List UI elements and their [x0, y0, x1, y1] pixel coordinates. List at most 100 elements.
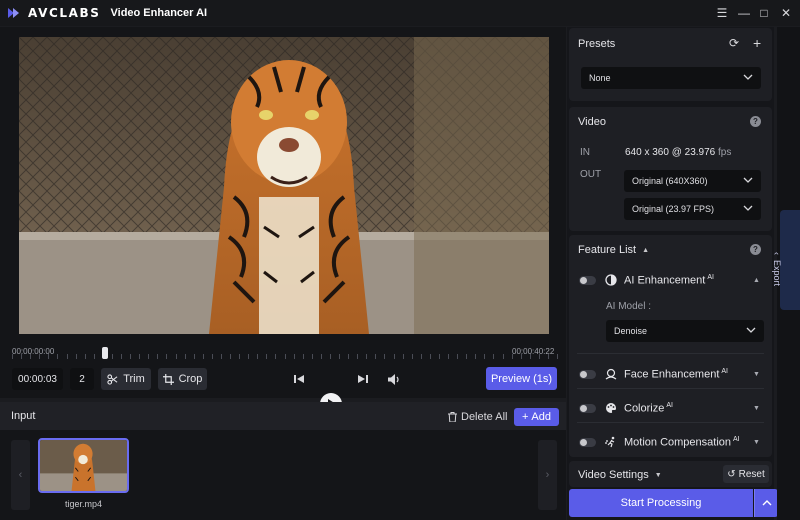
ai-model-select[interactable]: Denoise — [606, 320, 764, 342]
chevron-right-icon: › — [545, 469, 550, 481]
chevron-down-icon — [743, 74, 753, 80]
timeline-tick — [39, 354, 40, 359]
timeline-tick — [303, 354, 304, 359]
volume-icon[interactable] — [387, 372, 401, 386]
feature-face-enhancement[interactable]: Face Enhancement AI ▼ — [569, 359, 772, 389]
start-processing-button[interactable]: Start Processing — [569, 489, 753, 517]
crop-button[interactable]: Crop — [158, 368, 207, 390]
timeline-tick — [339, 354, 340, 359]
minimize-icon[interactable]: — — [733, 0, 755, 26]
add-button[interactable]: + Add — [514, 408, 559, 426]
timeline-tick — [312, 354, 313, 359]
timeline-tick — [176, 354, 177, 359]
timeline-tick — [375, 354, 376, 359]
input-resolution-value: 640 x 360 @ 23.976 — [625, 147, 716, 158]
timeline-tick — [512, 354, 513, 359]
timeline-tick — [394, 354, 395, 359]
trim-button[interactable]: Trim — [101, 368, 151, 390]
presets-select[interactable]: None — [581, 67, 761, 89]
maximize-icon[interactable]: □ — [753, 0, 775, 26]
delete-all-button[interactable]: Delete All — [448, 408, 507, 425]
timeline-tick — [503, 354, 504, 359]
help-icon[interactable]: ? — [750, 116, 761, 127]
input-header: Input Delete All + Add — [0, 402, 566, 430]
app-title: Video Enhancer AI — [110, 7, 208, 19]
timeline-tick — [148, 354, 149, 359]
plus-icon: + — [521, 411, 529, 423]
feature-list-section: Feature List ▲ ? AI Enhancement AI ▲ AI M… — [569, 235, 772, 457]
feature-ai-enhancement[interactable]: AI Enhancement AI ▲ — [569, 265, 772, 295]
feature-motion-compensation[interactable]: Motion Compensation AI ▼ — [569, 427, 772, 457]
avclabs-logo-icon — [6, 5, 22, 21]
export-tab[interactable] — [780, 210, 800, 310]
reset-button[interactable]: ↺ Reset — [723, 465, 769, 483]
expand-down-icon[interactable]: ▼ — [753, 371, 760, 378]
colorize-toggle[interactable] — [579, 403, 596, 413]
timeline-tick — [139, 354, 140, 359]
export-label: ‹ Export — [772, 252, 782, 287]
expand-down-icon[interactable]: ▼ — [753, 405, 760, 412]
timeline-track[interactable] — [12, 352, 558, 359]
ai-enhancement-toggle[interactable] — [579, 275, 596, 285]
scroll-right-button[interactable]: › — [538, 440, 557, 510]
motion-compensation-text: Motion Compensation — [624, 436, 732, 449]
crop-icon — [162, 373, 174, 385]
in-label: IN — [580, 147, 590, 158]
chevron-down-icon — [746, 327, 756, 333]
close-icon[interactable]: ✕ — [775, 0, 797, 26]
ai-model-label: AI Model : — [606, 301, 652, 312]
timeline-tick — [448, 354, 449, 359]
timeline-tick — [248, 354, 249, 359]
scroll-left-button[interactable]: ‹ — [11, 440, 30, 510]
divider — [577, 353, 764, 354]
timeline-tick — [357, 354, 358, 359]
timeline-tick — [475, 354, 476, 359]
timeline-tick — [30, 354, 31, 359]
expand-down-icon[interactable]: ▼ — [753, 439, 760, 446]
frame-step-field[interactable]: 2 — [70, 368, 94, 390]
timeline-tick — [121, 354, 122, 359]
feature-colorize[interactable]: Colorize AI ▼ — [569, 393, 772, 423]
file-thumbnail[interactable] — [38, 438, 129, 493]
start-options-button[interactable] — [754, 489, 778, 517]
skip-forward-icon[interactable] — [356, 372, 370, 386]
timeline-tick — [412, 354, 413, 359]
current-time-field[interactable]: 00:00:03 — [12, 368, 63, 390]
input-resolution: 640 x 360 @ 23.976 fps — [625, 147, 731, 158]
colorize-label: Colorize AI — [624, 402, 673, 415]
menu-icon[interactable]: ☰ — [711, 0, 733, 26]
video-settings-header[interactable]: Video Settings ▼ — [578, 469, 662, 481]
motion-compensation-toggle[interactable] — [579, 437, 596, 447]
timeline-tick — [203, 354, 204, 359]
timeline-tick — [21, 354, 22, 359]
feature-list-title: Feature List — [578, 244, 637, 256]
output-resolution-select[interactable]: Original (640X360) — [624, 170, 761, 192]
video-settings-section: Video Settings ▼ ↺ Reset — [569, 461, 772, 487]
crop-label: Crop — [178, 373, 203, 385]
skip-back-icon[interactable] — [292, 372, 306, 386]
trash-icon — [448, 411, 457, 422]
brand-name: AVCLABS — [28, 6, 101, 20]
timeline-tick — [48, 354, 49, 359]
file-name: tiger.mp4 — [64, 499, 103, 509]
add-preset-icon[interactable]: + — [753, 35, 761, 51]
timeline-tick — [230, 354, 231, 359]
preview-button[interactable]: Preview (1s) — [486, 367, 557, 390]
video-section: Video ? IN 640 x 360 @ 23.976 fps OUT Or… — [569, 107, 772, 231]
motion-compensation-label: Motion Compensation AI — [624, 436, 740, 449]
timeline-tick — [330, 354, 331, 359]
help-icon[interactable]: ? — [750, 244, 761, 255]
collapse-up-icon: ▲ — [642, 246, 650, 254]
input-title: Input — [11, 410, 36, 422]
collapse-up-icon[interactable]: ▲ — [753, 277, 760, 284]
timeline-tick — [166, 354, 167, 359]
video-preview[interactable] — [19, 37, 549, 334]
feature-list-header[interactable]: Feature List ▲ — [578, 244, 649, 256]
timeline-playhead[interactable] — [102, 347, 108, 359]
timeline-tick — [285, 354, 286, 359]
timeline-tick — [294, 354, 295, 359]
face-enhancement-toggle[interactable] — [579, 369, 596, 379]
scissors-icon — [107, 373, 118, 385]
output-fps-select[interactable]: Original (23.97 FPS) — [624, 198, 761, 220]
refresh-icon[interactable]: ⟳ — [729, 36, 739, 50]
